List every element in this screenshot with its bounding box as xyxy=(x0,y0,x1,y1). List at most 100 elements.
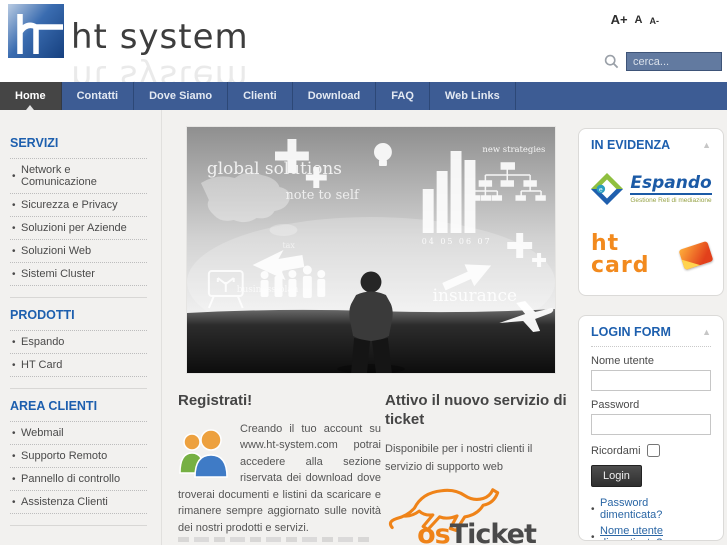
sidebar-separator xyxy=(10,297,147,298)
password-field[interactable] xyxy=(591,414,711,435)
username-label: Nome utente xyxy=(591,355,654,367)
bullet-icon: • xyxy=(12,268,16,280)
bullet-icon: • xyxy=(12,496,16,508)
bullet-icon: • xyxy=(12,473,16,485)
bullet-icon: • xyxy=(12,336,16,348)
osticket-logo[interactable]: osTicket http://assistenza.ht-system.com xyxy=(385,488,568,545)
users-icon xyxy=(178,429,230,479)
ticket-body: Disponibile per i nostri clienti il serv… xyxy=(385,442,533,474)
site-logo[interactable]: ht system xyxy=(8,4,249,58)
nav-item-home[interactable]: Home xyxy=(0,82,62,110)
nav-item-faq[interactable]: FAQ xyxy=(376,82,430,110)
bullet-icon: • xyxy=(12,427,16,439)
sidebar-list-area-clienti: • Webmail • Supporto Remoto • Pannello di c… xyxy=(10,421,147,514)
bullet-icon: • xyxy=(591,503,595,515)
sidebar-list-servizi: • Network e Comunicazione • Sicurezza e Pr… xyxy=(10,158,147,286)
login-button[interactable]: Login xyxy=(591,465,642,487)
espando-logo[interactable]: e Espando Gestione Reti di mediazione xyxy=(590,172,712,206)
in-evidenza-title: IN EVIDENZA xyxy=(591,138,671,152)
content-area: SERVIZI • Network e Comunicazione • Sicure… xyxy=(0,110,727,545)
sidebar-item-espando[interactable]: • Espando xyxy=(10,330,147,353)
font-size-controls: A+ A A- xyxy=(611,12,659,27)
remember-me-row: Ricordami xyxy=(591,444,711,457)
sidebar-item-supporto-remoto[interactable]: • Supporto Remoto xyxy=(10,444,147,467)
sidebar-item-ht-card[interactable]: • HT Card xyxy=(10,353,147,376)
bullet-icon: • xyxy=(12,170,16,182)
nav-item-dove-siamo[interactable]: Dove Siamo xyxy=(134,82,229,110)
bullet-icon: • xyxy=(591,531,595,541)
sidebar-list-prodotti: • Espando • HT Card xyxy=(10,330,147,377)
logo-mark-icon xyxy=(8,4,64,58)
divider xyxy=(591,346,711,347)
espando-name: Espando xyxy=(630,173,712,195)
card-icon xyxy=(678,240,714,270)
ticket-section: Attivo il nuovo servizio di ticket Dispo… xyxy=(385,392,568,545)
bullet-icon: • xyxy=(12,222,16,234)
page: ht system ht system A+ A A- Home Contatt… xyxy=(0,0,727,545)
registrati-title: Registrati! xyxy=(178,392,253,409)
sidebar-separator xyxy=(10,525,147,526)
login-links: • Password dimenticata? • Nome utente dime… xyxy=(591,497,711,541)
font-decrease-button[interactable]: A- xyxy=(650,16,660,26)
sidebar-section-title-prodotti: PRODOTTI xyxy=(10,308,75,322)
nav-item-web-links[interactable]: Web Links xyxy=(430,82,516,110)
osticket-wordmark: osTicket xyxy=(417,518,537,545)
hero-image: global solutions note to self tax busine… xyxy=(186,126,556,374)
bullet-icon: • xyxy=(12,359,16,371)
right-sidebar: ▲ IN EVIDENZA e Espando Gestione Reti di xyxy=(578,110,724,545)
sidebar-item-webmail[interactable]: • Webmail xyxy=(10,421,147,444)
nav-item-contatti[interactable]: Contatti xyxy=(62,82,135,110)
search-bar xyxy=(604,52,722,71)
font-increase-button[interactable]: A+ xyxy=(611,12,628,27)
header: ht system ht system A+ A A- xyxy=(0,0,727,97)
left-sidebar: SERVIZI • Network e Comunicazione • Sicure… xyxy=(0,110,162,545)
sidebar-item-assistenza-clienti[interactable]: • Assistenza Clienti xyxy=(10,490,147,513)
espando-text: Espando Gestione Reti di mediazione xyxy=(630,173,712,204)
hero-text-note-to-self: note to self xyxy=(285,188,360,203)
registrati-section: Registrati! Creando il tuo account su ww… xyxy=(178,392,381,536)
nav-item-download[interactable]: Download xyxy=(293,82,377,110)
hero-bar-labels: 04 05 06 07 xyxy=(422,237,492,246)
bullet-icon: • xyxy=(12,450,16,462)
sidebar-item-sicurezza-e-privacy[interactable]: • Sicurezza e Privacy xyxy=(10,193,147,216)
logo-text: ht system xyxy=(71,17,249,57)
hero-text-new-strategies: new strategies xyxy=(482,144,545,154)
forgot-username-row: • Nome utente dimenticato? xyxy=(591,525,711,541)
main-column: global solutions note to self tax busine… xyxy=(163,110,578,545)
remember-me-checkbox[interactable] xyxy=(646,444,660,457)
sidebar-item-soluzioni-web[interactable]: • Soluzioni Web xyxy=(10,239,147,262)
ticket-title: Attivo il nuovo servizio di ticket xyxy=(385,392,567,428)
password-label: Password xyxy=(591,399,640,411)
username-field[interactable] xyxy=(591,370,711,391)
remember-me-label: Ricordami xyxy=(591,444,641,457)
collapse-icon[interactable]: ▲ xyxy=(702,327,711,337)
bullet-icon: • xyxy=(12,199,16,211)
svg-text:e: e xyxy=(599,186,603,193)
sidebar-section-title-area-clienti: AREA CLIENTI xyxy=(10,399,98,413)
hero-text-tax: tax xyxy=(282,241,295,250)
font-reset-button[interactable]: A xyxy=(635,14,643,26)
forgot-username-link[interactable]: Nome utente dimenticato? xyxy=(600,525,711,540)
in-evidenza-box: ▲ IN EVIDENZA e Espando Gestione Reti di xyxy=(578,128,724,296)
search-icon[interactable] xyxy=(604,54,619,69)
bullet-icon: • xyxy=(12,245,16,257)
truncated-text-line xyxy=(178,537,374,542)
sidebar-separator xyxy=(10,388,147,389)
sidebar-item-pannello-di-controllo[interactable]: • Pannello di controllo xyxy=(10,467,147,490)
forgot-password-row: • Password dimenticata? xyxy=(591,497,711,521)
ht-card-name: ht card xyxy=(591,231,650,278)
forgot-password-link[interactable]: Password dimenticata? xyxy=(600,497,711,521)
login-form-box: ▲ LOGIN FORM Nome utente Password Ricord… xyxy=(578,315,724,541)
sidebar-section-title-servizi: SERVIZI xyxy=(10,136,59,150)
hero-text-insurance: insurance xyxy=(433,285,517,305)
nav-item-clienti[interactable]: Clienti xyxy=(228,82,293,110)
collapse-icon[interactable]: ▲ xyxy=(702,140,711,150)
espando-icon: e xyxy=(590,172,624,206)
search-input[interactable] xyxy=(626,52,722,71)
sidebar-item-network-e-comunicazione[interactable]: • Network e Comunicazione xyxy=(10,158,147,193)
sidebar-item-sistemi-cluster[interactable]: • Sistemi Cluster xyxy=(10,262,147,285)
main-nav: Home Contatti Dove Siamo Clienti Downloa… xyxy=(0,82,727,110)
sidebar-item-soluzioni-per-aziende[interactable]: • Soluzioni per Aziende xyxy=(10,216,147,239)
espando-tagline: Gestione Reti di mediazione xyxy=(630,196,712,204)
ht-card-logo[interactable]: ht card xyxy=(591,231,714,278)
